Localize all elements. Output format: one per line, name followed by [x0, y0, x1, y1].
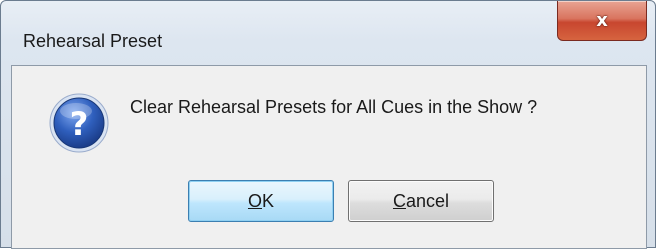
window-title: Rehearsal Preset	[23, 31, 163, 51]
ok-button[interactable]: OK	[188, 180, 334, 222]
cancel-label-rest: ancel	[405, 190, 450, 211]
cancel-mnemonic: C	[392, 190, 406, 211]
dialog-window: Rehearsal Preset x ? Clear Rehearsal Pre…	[0, 0, 656, 249]
close-button[interactable]: x	[557, 1, 647, 41]
cancel-button[interactable]: Cancel	[348, 180, 494, 222]
ok-label-rest: K	[262, 190, 275, 211]
close-icon: x	[596, 9, 608, 31]
title-bar[interactable]: Rehearsal Preset x	[1, 1, 655, 61]
ok-mnemonic: O	[247, 190, 262, 211]
svg-text:?: ?	[70, 105, 89, 143]
dialog-body: ? Clear Rehearsal Presets for All Cues i…	[11, 65, 647, 249]
dialog-message: Clear Rehearsal Presets for All Cues in …	[130, 97, 538, 117]
question-icon: ?	[49, 93, 109, 153]
